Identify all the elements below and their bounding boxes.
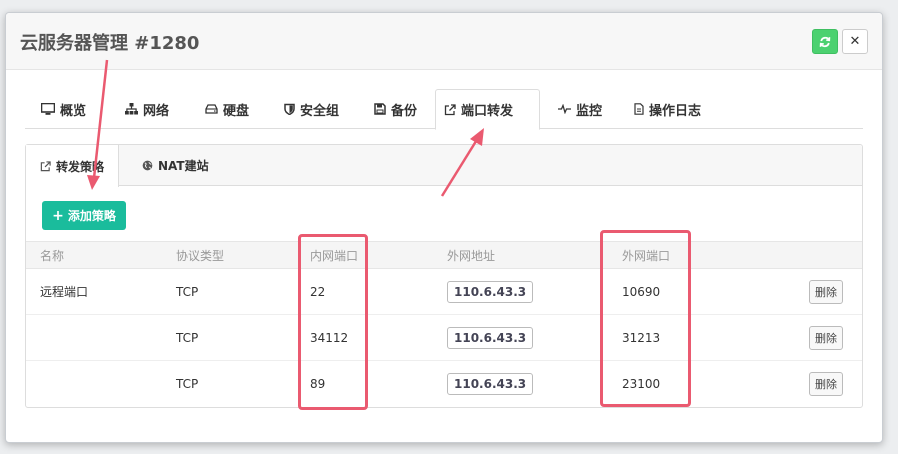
table-header: 名称 协议类型 内网端口 外网地址 外网端口 [26,241,862,269]
port-forwarding-panel: 转发策略 NAT建站 + 添加策略 名称 协议类型 内网端口 外网地址 外网端口… [25,144,863,408]
row-internal-port: 22 [310,284,326,299]
tab-backup[interactable]: 备份 [366,89,425,129]
close-button[interactable]: ✕ [842,29,868,54]
forwarding-table: 名称 协议类型 内网端口 外网地址 外网端口 远程端口 TCP 22 110.6… [26,241,862,407]
tab-overview[interactable]: 概览 [33,89,94,129]
row-external-address: 110.6.43.3 [447,326,534,349]
tab-port-forwarding[interactable]: 端口转发 [435,89,540,130]
close-icon: ✕ [849,34,861,49]
refresh-button[interactable] [812,29,838,54]
shield-icon [284,103,295,115]
header-external-address: 外网地址 [447,248,496,263]
row-protocol: TCP [176,284,199,299]
row-name: 远程端口 [40,285,89,299]
row-external-port: 23100 [622,377,661,391]
add-policy-button[interactable]: + 添加策略 [42,201,126,230]
table-row: TCP 34112 110.6.43.3 31213 删除 [26,315,862,361]
tab-monitor[interactable]: 监控 [550,89,610,129]
tab-disk[interactable]: 硬盘 [197,89,257,129]
row-external-port: 10690 [622,284,661,299]
external-link-icon [40,160,51,171]
network-icon [125,103,138,115]
row-protocol: TCP [176,377,199,391]
file-icon [634,103,644,115]
plus-icon: + [52,207,64,224]
row-internal-port: 89 [310,377,326,391]
row-protocol: TCP [176,330,199,345]
header-protocol: 协议类型 [176,248,225,263]
hdd-icon [205,104,218,114]
pulse-icon [558,104,571,114]
row-internal-port: 34112 [310,330,349,345]
globe-icon [142,160,153,171]
server-management-modal: 云服务器管理 #1280 ✕ 概览 网络 硬盘 安全组 备份 端口转发 监控 操… [5,12,883,443]
modal-header: 云服务器管理 #1280 ✕ [6,13,882,70]
header-name: 名称 [40,248,65,263]
delete-button[interactable]: 删除 [809,279,843,304]
tab-security-group[interactable]: 安全组 [276,89,347,129]
subtab-nat-site[interactable]: NAT建站 [128,145,223,186]
external-link-icon [444,103,456,115]
monitor-icon [41,103,55,115]
subtab-forwarding-policy[interactable]: 转发策略 [26,145,120,187]
header-external-port: 外网端口 [622,248,671,263]
row-external-address: 110.6.43.3 [447,373,534,395]
sub-tabs: 转发策略 NAT建站 [26,145,862,187]
delete-button[interactable]: 删除 [809,325,843,350]
modal-title: 云服务器管理 #1280 [20,33,200,54]
save-icon [374,103,386,115]
tab-operation-log[interactable]: 操作日志 [626,89,709,129]
delete-button[interactable]: 删除 [809,372,843,396]
main-tabs: 概览 网络 硬盘 安全组 备份 端口转发 监控 操作日志 [25,89,863,130]
row-external-port: 31213 [622,330,661,345]
header-internal-port: 内网端口 [310,248,359,263]
refresh-icon [819,36,831,47]
tab-network[interactable]: 网络 [117,89,177,129]
row-external-address: 110.6.43.3 [447,280,534,303]
table-row: 远程端口 TCP 22 110.6.43.3 10690 删除 [26,269,862,315]
table-row: TCP 89 110.6.43.3 23100 删除 [26,361,862,407]
